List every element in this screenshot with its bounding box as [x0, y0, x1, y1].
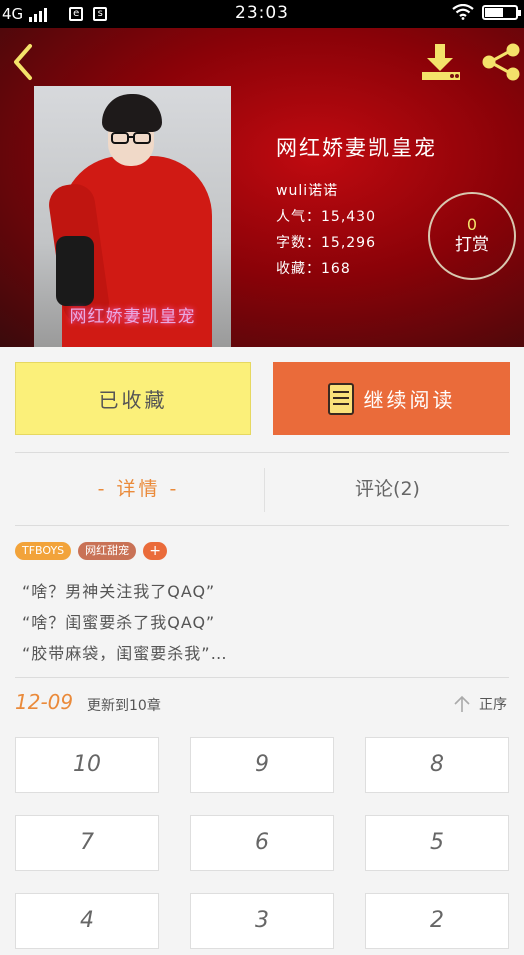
tag-wanghong-tianchong[interactable]: 网红甜宠 — [78, 542, 137, 560]
tag-list: TFBOYS 网红甜宠 + — [15, 542, 168, 560]
book-description[interactable]: “啥？男神关注我了QAQ” “啥？闺蜜要杀了我QAQ” “胶带麻袋，闺蜜要杀我”… — [22, 576, 228, 669]
book-popularity: 人气：15,430 — [276, 209, 376, 225]
arrow-up-icon — [454, 695, 470, 712]
book-title: 网红娇妻凯皇宠 — [276, 136, 437, 160]
tip-label: 打赏 — [455, 235, 489, 255]
chapter-button[interactable]: 2 — [365, 893, 509, 949]
chapter-button[interactable]: 6 — [190, 815, 334, 871]
update-date: 12-09 — [15, 690, 74, 714]
add-tag-button[interactable]: + — [143, 542, 168, 560]
chapter-button[interactable]: 3 — [190, 893, 334, 949]
book-info: 网红娇妻凯皇宠 wuli诺诺 人气：15,430 字数：15,296 收藏：16… — [276, 132, 437, 282]
chapter-button[interactable]: 9 — [190, 737, 334, 793]
description-line: “啥？闺蜜要杀了我QAQ” — [22, 613, 216, 632]
chapter-button[interactable]: 7 — [15, 815, 159, 871]
description-line: “啥？男神关注我了QAQ” — [22, 582, 216, 601]
divider — [15, 525, 509, 526]
book-icon — [327, 382, 354, 415]
update-text: 更新到10章 — [87, 698, 161, 714]
chapter-button[interactable]: 4 — [15, 893, 159, 949]
favorited-button[interactable]: 已收藏 — [15, 362, 251, 435]
back-button[interactable] — [8, 42, 38, 82]
tab-details[interactable]: - 详情 - — [15, 462, 262, 516]
chapter-button[interactable]: 5 — [365, 815, 509, 871]
description-line: “胶带麻袋，闺蜜要杀我”… — [22, 644, 228, 663]
share-icon — [482, 43, 520, 81]
cover-caption: 网红娇妻凯皇宠 — [69, 307, 196, 327]
chevron-left-icon — [14, 44, 32, 80]
tag-tfboys[interactable]: TFBOYS — [15, 542, 72, 560]
update-row: 12-09 更新到10章 正序 — [15, 690, 509, 720]
tip-count: 0 — [466, 215, 478, 234]
continue-reading-button[interactable]: 继续阅读 — [273, 362, 510, 435]
status-bar: 4G e s 23:03 — [0, 0, 524, 28]
divider — [15, 677, 509, 678]
continue-reading-label: 继续阅读 — [363, 388, 456, 412]
sort-order-label: 正序 — [479, 697, 507, 713]
book-header: 网红娇妻凯皇宠 网红娇妻凯皇宠 wuli诺诺 人气：15,430 字数：15,2… — [0, 28, 524, 347]
status-right — [452, 4, 521, 20]
book-author: wuli诺诺 — [276, 183, 339, 199]
favorited-label: 已收藏 — [98, 388, 168, 412]
download-icon — [422, 44, 460, 80]
chapter-button[interactable]: 10 — [15, 737, 159, 793]
tab-comments[interactable]: 评论(2) — [264, 462, 511, 516]
sort-order-button[interactable]: 正序 — [453, 694, 507, 714]
tip-button[interactable]: 0 打赏 — [428, 192, 516, 280]
book-favorites: 收藏：168 — [276, 261, 351, 277]
share-button[interactable] — [480, 42, 522, 82]
battery-icon — [482, 4, 521, 20]
book-cover: 网红娇妻凯皇宠 — [34, 86, 231, 347]
chapter-button[interactable]: 8 — [365, 737, 509, 793]
download-button[interactable] — [418, 40, 464, 84]
status-time: 23:03 — [235, 3, 289, 23]
book-word-count: 字数：15,296 — [276, 235, 376, 251]
wifi-icon — [452, 4, 474, 20]
divider — [15, 452, 509, 453]
